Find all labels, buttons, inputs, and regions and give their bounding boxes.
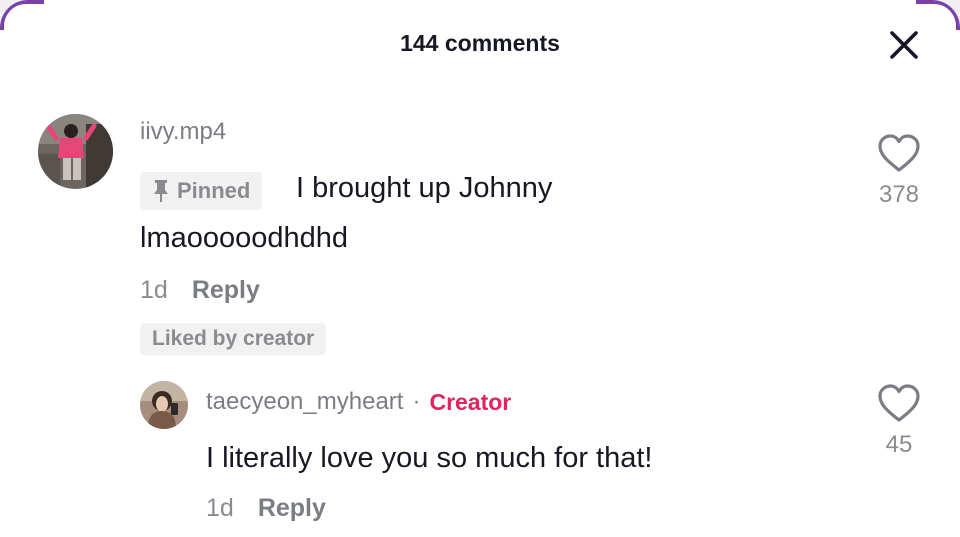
pin-icon	[154, 180, 168, 202]
comments-sheet: 144 comments iivy.mp4 Pinned I brought u	[0, 0, 960, 537]
close-button[interactable]	[884, 25, 924, 65]
comment-like-count: 378	[878, 181, 920, 208]
pinned-badge: Pinned	[140, 172, 263, 210]
sheet-edge-left	[0, 0, 44, 30]
comments-count-title: 144 comments	[400, 30, 560, 56]
avatar-image	[140, 381, 188, 429]
avatar-iivy[interactable]	[38, 114, 113, 189]
heart-outline-icon	[878, 134, 920, 172]
reply-like-count: 45	[885, 431, 913, 458]
comment-like-button[interactable]	[876, 132, 922, 174]
comment-meta: 1d Reply	[140, 276, 260, 305]
creator-tag: Creator	[429, 388, 512, 415]
close-icon	[890, 31, 918, 59]
reply-reply-button[interactable]: Reply	[258, 494, 326, 523]
reply-username-row: taecyeon_myheart · Creator	[206, 388, 511, 416]
reply-like-button[interactable]	[876, 382, 922, 424]
heart-outline-icon	[878, 384, 920, 422]
avatar-image	[38, 114, 113, 189]
comment-username[interactable]: iivy.mp4	[140, 118, 226, 146]
reply-age: 1d	[206, 494, 234, 522]
reply-meta: 1d Reply	[206, 494, 326, 523]
reply-username[interactable]: taecyeon_myheart	[206, 388, 403, 416]
comment-text-line-1: I brought up Johnny	[296, 172, 553, 204]
liked-by-creator-badge: Liked by creator	[140, 323, 327, 355]
reply-text: I literally love you so much for that!	[206, 442, 653, 474]
separator-dot: ·	[412, 388, 421, 415]
comment-age: 1d	[140, 276, 168, 304]
reply-button[interactable]: Reply	[192, 276, 260, 305]
pinned-label: Pinned	[177, 178, 251, 203]
avatar-taecyeon[interactable]	[140, 381, 188, 429]
comment-text-line-2: lmaooooodhdhd	[140, 222, 349, 254]
